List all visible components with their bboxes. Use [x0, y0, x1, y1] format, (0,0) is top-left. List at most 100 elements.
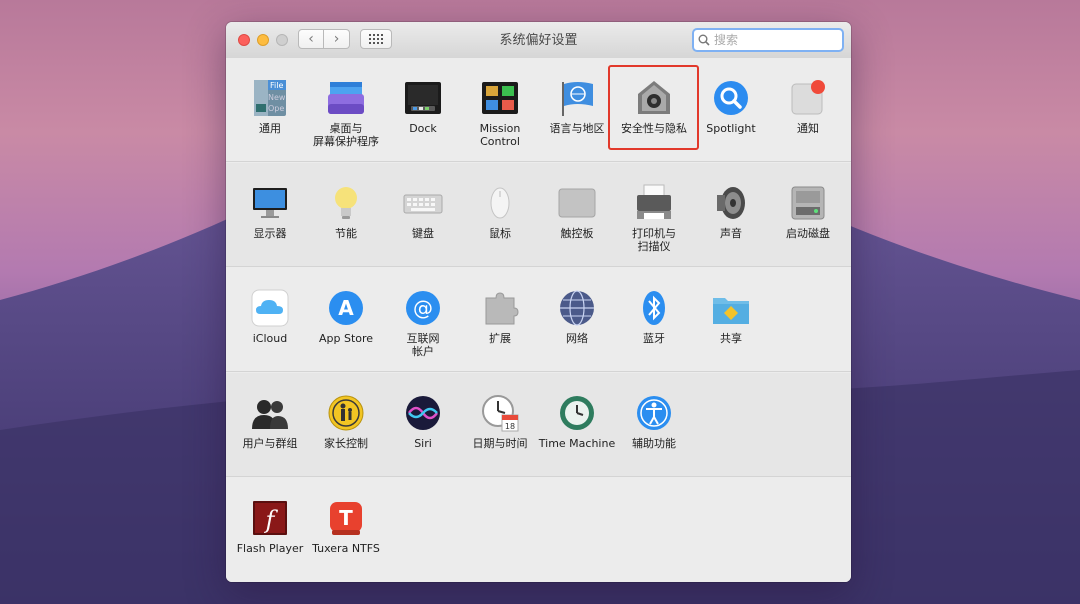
forward-button[interactable]: ›	[324, 29, 350, 49]
pref-label: iCloud	[252, 332, 288, 345]
pref-icloud[interactable]: iCloud	[230, 268, 310, 368]
pref-label: Mission Control	[479, 122, 521, 148]
pref-energy-saver[interactable]: 节能	[306, 163, 386, 263]
users-groups-icon	[250, 393, 290, 433]
pref-label: Siri	[414, 437, 432, 450]
time-machine-icon	[557, 393, 597, 433]
pref-users-groups[interactable]: 用户与群组	[230, 373, 310, 473]
internet-at-symbol: @	[413, 296, 433, 320]
search-icon	[698, 34, 710, 46]
dock-icon	[403, 78, 443, 118]
pref-keyboard[interactable]: 键盘	[383, 163, 463, 263]
bluetooth-icon	[634, 288, 674, 328]
pref-date-time[interactable]: 18 日期与时间	[460, 373, 540, 473]
security-privacy-highlight	[608, 65, 699, 150]
printers-scanners-icon	[634, 183, 674, 223]
pref-mouse[interactable]: 鼠标	[460, 163, 540, 263]
pref-label: Flash Player	[236, 542, 304, 555]
app-store-letter: A	[338, 296, 354, 320]
pref-label: Spotlight	[706, 122, 756, 135]
pref-extensions[interactable]: 扩展	[460, 268, 540, 368]
close-window-button[interactable]	[238, 34, 250, 46]
pref-general[interactable]: File New Ope 通用	[230, 58, 310, 158]
keyboard-icon	[403, 183, 443, 223]
search-field[interactable]	[692, 28, 844, 52]
pref-startup-disk[interactable]: 启动磁盘	[768, 163, 848, 263]
pref-label: 打印机与 扫描仪	[632, 227, 676, 253]
pref-dock[interactable]: Dock	[383, 58, 463, 158]
chevron-left-icon: ‹	[308, 31, 314, 47]
preferences-row-other: f Flash Player T Tuxera NTFS	[226, 478, 851, 582]
pref-desktop-screensaver[interactable]: 桌面与 屏幕保护程序	[306, 58, 386, 158]
search-input[interactable]	[710, 31, 834, 49]
pref-label: App Store	[318, 332, 374, 345]
pref-network[interactable]: 网络	[537, 268, 617, 368]
pref-label: 声音	[720, 227, 742, 240]
pref-label: 桌面与 屏幕保护程序	[313, 122, 379, 148]
icloud-icon	[250, 288, 290, 328]
pref-printers-scanners[interactable]: 打印机与 扫描仪	[614, 163, 694, 263]
date-time-icon: 18	[480, 393, 520, 433]
pref-label: 家长控制	[324, 437, 368, 450]
pref-notifications[interactable]: 通知	[768, 58, 848, 158]
preferences-row-personal: File New Ope 通用 桌面与 屏幕保护程序 Dock Mission …	[226, 58, 851, 162]
desktop-screensaver-icon	[326, 78, 366, 118]
navigation-buttons: ‹ ›	[298, 29, 352, 51]
pref-sharing[interactable]: 共享	[691, 268, 771, 368]
calendar-day-text: 18	[505, 422, 515, 431]
startup-disk-icon	[788, 183, 828, 223]
pref-label: Time Machine	[538, 437, 616, 450]
pref-label: Dock	[409, 122, 437, 135]
pref-label: Tuxera NTFS	[312, 542, 380, 555]
pref-mission-control[interactable]: Mission Control	[460, 58, 540, 158]
pref-label: 通用	[259, 122, 281, 135]
pref-label: 节能	[335, 227, 357, 240]
pref-label: 共享	[720, 332, 742, 345]
accessibility-icon	[634, 393, 674, 433]
pref-label: 互联网 帐户	[406, 332, 440, 358]
pref-label: 通知	[797, 122, 819, 135]
chevron-right-icon: ›	[333, 31, 340, 47]
sound-icon	[711, 183, 751, 223]
pref-siri[interactable]: Siri	[383, 373, 463, 473]
mouse-icon	[480, 183, 520, 223]
preferences-row-hardware: 显示器 节能 键盘 鼠标 触控板 打印机与 扫描仪 声音 启动磁盘	[226, 163, 851, 267]
pref-label: 触控板	[560, 227, 594, 240]
pref-displays[interactable]: 显示器	[230, 163, 310, 263]
internet-accounts-icon: @	[403, 288, 443, 328]
pref-spotlight[interactable]: Spotlight	[691, 58, 771, 158]
pref-trackpad[interactable]: 触控板	[537, 163, 617, 263]
pref-flash-player[interactable]: f Flash Player	[230, 478, 310, 578]
pref-label: 辅助功能	[632, 437, 676, 450]
pref-parental-controls[interactable]: 家长控制	[306, 373, 386, 473]
pref-internet-accounts[interactable]: @ 互联网 帐户	[383, 268, 463, 368]
pref-bluetooth[interactable]: 蓝牙	[614, 268, 694, 368]
flash-player-icon: f	[250, 498, 290, 538]
pref-label: 网络	[566, 332, 588, 345]
system-preferences-window: ‹ › 系统偏好设置 搜索 File New Ope 通用 桌面与 屏幕保护程序…	[226, 22, 851, 582]
pref-label: 鼠标	[489, 227, 511, 240]
back-button[interactable]: ‹	[298, 29, 324, 49]
general-open-text: Ope	[268, 104, 284, 113]
zoom-window-button[interactable]	[276, 34, 288, 46]
minimize-window-button[interactable]	[257, 34, 269, 46]
general-new-text: New	[268, 93, 286, 102]
notifications-icon	[788, 78, 828, 118]
app-store-icon: A	[326, 288, 366, 328]
preferences-row-system: 用户与群组 家长控制 Siri 18 日期与时间 Time Machine 辅助…	[226, 373, 851, 477]
pref-language-region[interactable]: 语言与地区	[537, 58, 617, 158]
energy-saver-icon	[326, 183, 366, 223]
siri-icon	[403, 393, 443, 433]
pref-time-machine[interactable]: Time Machine	[537, 373, 617, 473]
pref-label: 显示器	[253, 227, 287, 240]
show-all-button[interactable]	[360, 29, 392, 49]
pref-app-store[interactable]: A App Store	[306, 268, 386, 368]
pref-accessibility[interactable]: 辅助功能	[614, 373, 694, 473]
general-file-text: File	[270, 81, 283, 90]
pref-sound[interactable]: 声音	[691, 163, 771, 263]
preferences-row-internet: iCloud A App Store @ 互联网 帐户 扩展 网络 蓝牙 共享	[226, 268, 851, 372]
mission-control-icon	[480, 78, 520, 118]
title-bar: ‹ › 系统偏好设置	[226, 22, 851, 59]
sharing-icon	[711, 288, 751, 328]
pref-tuxera-ntfs[interactable]: T Tuxera NTFS	[306, 478, 386, 578]
